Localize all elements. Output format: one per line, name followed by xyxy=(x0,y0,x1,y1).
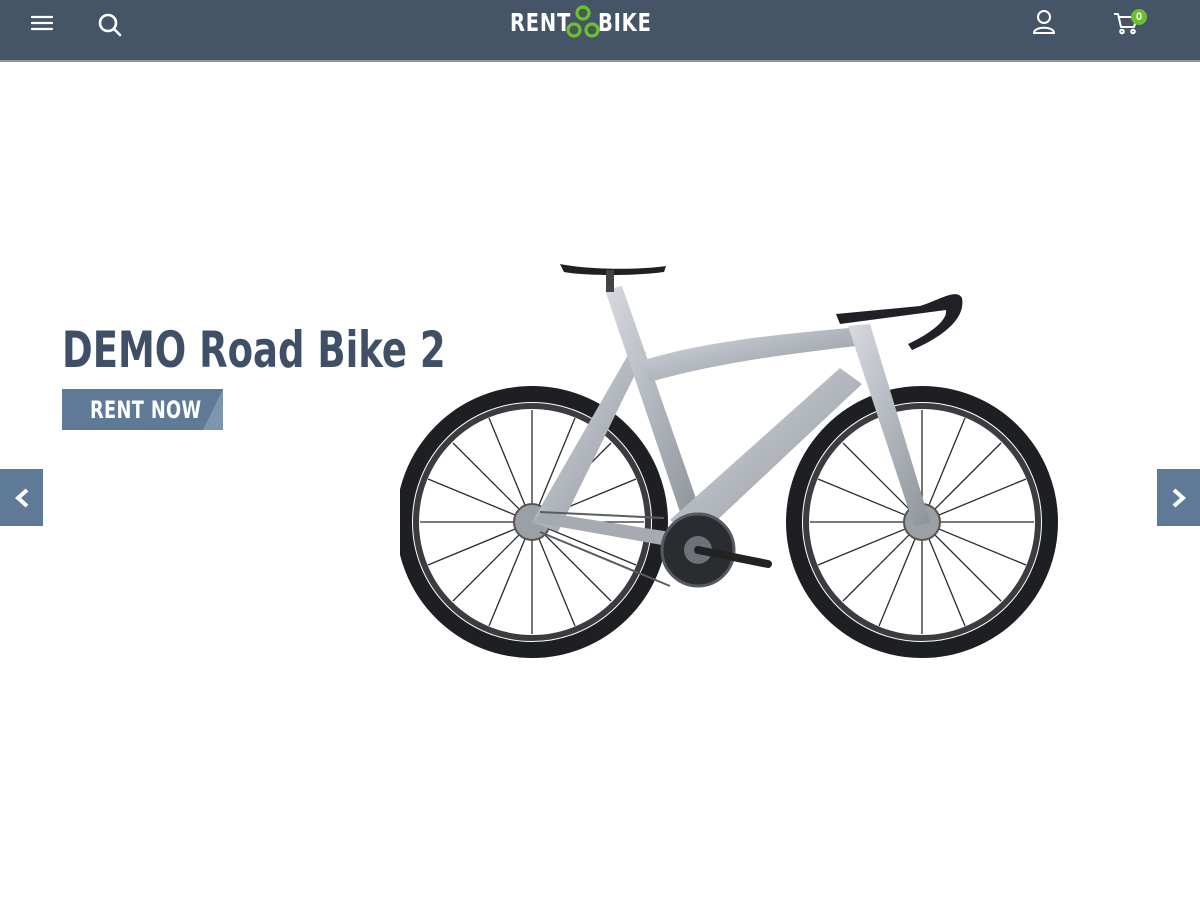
rent-now-label: RENT NOW xyxy=(90,396,202,424)
bike-chain-logo-icon xyxy=(566,5,600,38)
site-header: RENT BIKE 0 xyxy=(0,0,1200,62)
site-logo[interactable]: RENT BIKE xyxy=(510,2,668,42)
search-icon[interactable] xyxy=(94,9,126,41)
user-icon[interactable] xyxy=(1028,6,1060,38)
road-bike-image xyxy=(400,264,1058,658)
slide-title: DEMO Road Bike 2 xyxy=(62,321,446,379)
next-slide-button[interactable] xyxy=(1157,469,1200,526)
previous-slide-button[interactable] xyxy=(0,469,43,526)
logo-right-text: BIKE xyxy=(598,7,652,37)
seat-post xyxy=(606,270,614,292)
logo-left-text: RENT xyxy=(510,7,572,37)
hamburger-menu-icon[interactable] xyxy=(26,8,58,40)
rent-now-button[interactable]: RENT NOW xyxy=(62,389,223,430)
cart-count-badge: 0 xyxy=(1131,9,1147,25)
chevron-left-icon xyxy=(14,488,28,507)
chevron-right-icon xyxy=(1172,488,1186,507)
